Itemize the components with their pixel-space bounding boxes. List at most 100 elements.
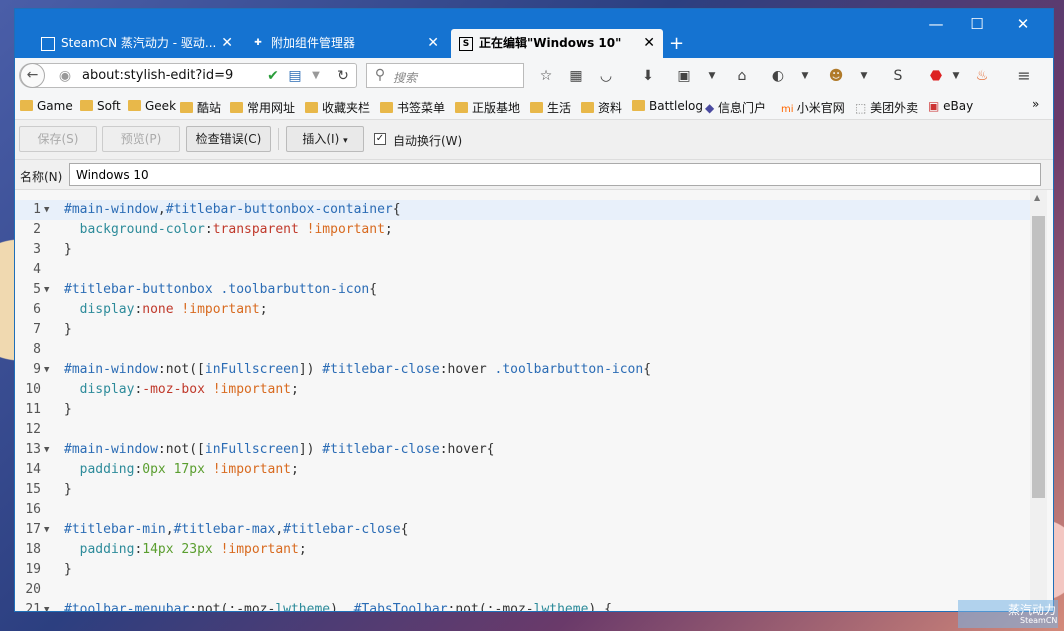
maximize-button[interactable]: ☐ (954, 9, 1000, 39)
save-button[interactable]: 保存(S) (19, 126, 97, 152)
code-token: display (79, 302, 135, 317)
code-line[interactable]: 5 ▼ #titlebar-buttonbox .toolbarbutton-ico… (15, 280, 1030, 300)
bookmark-genuine-base[interactable]: 正版基地 (455, 99, 520, 116)
bookmark-common-sites[interactable]: 常用网址 (230, 99, 295, 116)
search-box[interactable]: ⚲ 搜索 (366, 63, 524, 88)
code-line[interactable]: 13 ▼ #main-window:not([inFullscreen]) #tit… (15, 440, 1030, 460)
code-line[interactable]: 10 display:-moz-box !important; (15, 380, 1030, 400)
code-line[interactable]: 16 (15, 500, 1030, 520)
code-line[interactable]: 19} (15, 560, 1030, 580)
bookmark-xiaomi[interactable]: mi 小米官网 (781, 99, 845, 116)
bookmark-favorites-bar[interactable]: 收藏夹栏 (305, 99, 370, 116)
preview-button[interactable]: 预览(P) (102, 126, 180, 152)
adblock-icon[interactable]: ⬣ (927, 67, 945, 85)
back-button[interactable]: ← (20, 63, 45, 88)
code-line[interactable]: 4 (15, 260, 1030, 280)
name-input[interactable] (69, 163, 1041, 186)
pocket-icon[interactable]: ◡ (597, 67, 615, 85)
code-line[interactable]: 2 background-color:transparent !importan… (15, 220, 1030, 240)
fold-arrow-icon[interactable]: ▼ (44, 280, 49, 300)
bookmark-battlelog[interactable]: Battlelog (632, 99, 703, 113)
fold-arrow-icon[interactable]: ▼ (44, 520, 49, 540)
tab-label: 附加组件管理器 (271, 36, 356, 50)
bookmarks-list-icon[interactable]: ▦ (567, 67, 585, 85)
home-icon[interactable]: ⌂ (733, 67, 751, 85)
fold-arrow-icon[interactable]: ▼ (44, 200, 49, 220)
bookmark-geek[interactable]: Geek (128, 99, 176, 113)
vertical-scrollbar[interactable]: ▲ (1030, 190, 1047, 611)
word-wrap-checkbox[interactable]: ✓ (374, 133, 386, 145)
insert-button[interactable]: 插入(I) ▾ (286, 126, 364, 152)
url-text[interactable]: about:stylish-edit?id=9 (82, 68, 233, 83)
dropdown-arrow-icon[interactable]: ▼ (703, 67, 721, 85)
bookmark-kuzhan[interactable]: 酷站 (180, 99, 221, 116)
code-line[interactable]: 1 ▼ #main-window,#titlebar-buttonbox-conta… (15, 200, 1030, 220)
close-window-button[interactable]: ✕ (1000, 9, 1046, 39)
code-editor[interactable]: ▲ 1 ▼ #main-window,#titlebar-buttonbox-con… (15, 190, 1053, 611)
tab-close-icon[interactable]: ✕ (221, 29, 233, 58)
code-token: , (157, 202, 166, 217)
menu-icon[interactable]: ≡ (1015, 67, 1033, 85)
fold-arrow-icon[interactable]: ▼ (44, 360, 49, 380)
dropdown-arrow-icon[interactable]: ▼ (855, 67, 873, 85)
new-tab-button[interactable]: + (669, 29, 684, 58)
code-line[interactable]: 6 display:none !important; (15, 300, 1030, 320)
tab-close-icon[interactable]: ✕ (427, 29, 439, 58)
code-line[interactable]: 15} (15, 480, 1030, 500)
code-token: { (643, 362, 652, 377)
bookmark-soft[interactable]: Soft (80, 99, 121, 113)
word-wrap-label[interactable]: 自动换行(W) (393, 132, 462, 149)
code-line[interactable]: 12 (15, 420, 1030, 440)
code-token: , (275, 522, 284, 537)
bookmarks-overflow-button[interactable]: » (1032, 97, 1039, 111)
minimize-button[interactable]: — (913, 9, 959, 39)
code-token: ; (259, 302, 268, 317)
bookmark-bookmarks-menu[interactable]: 书签菜单 (380, 99, 445, 116)
dropdown-arrow-icon[interactable]: ▼ (796, 67, 814, 85)
code-line[interactable]: 8 (15, 340, 1030, 360)
monkey-icon[interactable]: ☻ (827, 67, 845, 85)
line-number: 14 (25, 462, 41, 477)
code-token: !important (212, 462, 292, 477)
code-line[interactable]: 17 ▼ #titlebar-min,#titlebar-max,#titlebar… (15, 520, 1030, 540)
code-line[interactable]: 21 ▼ #toolbar-menubar:not(:-moz-lwtheme), … (15, 600, 1030, 611)
stylish-icon[interactable]: S (889, 67, 907, 85)
bookmark-star-icon[interactable]: ☆ (537, 67, 555, 85)
bookmark-life[interactable]: 生活 (530, 99, 571, 116)
reader-icon[interactable]: ▤ (286, 67, 304, 85)
code-line[interactable]: 7} (15, 320, 1030, 340)
code-text: display:-moz-box !important; (64, 380, 299, 400)
bookmark-ebay[interactable]: ▣ eBay (928, 99, 973, 113)
ebay-icon: ▣ (928, 99, 944, 113)
download-icon[interactable]: ⬇ (639, 67, 657, 85)
check-errors-button[interactable]: 检查错误(C) (186, 126, 271, 152)
tab-close-icon[interactable]: ✕ (643, 29, 655, 58)
scroll-up-arrow-icon[interactable]: ▲ (1034, 193, 1040, 202)
code-token: background-color (79, 222, 205, 237)
sync-icon[interactable]: ◐ (769, 67, 787, 85)
tab-addons-manager[interactable]: ✚ 附加组件管理器 ✕ (243, 29, 447, 58)
addon-icon[interactable]: ▣ (675, 67, 693, 85)
code-line[interactable]: 9 ▼ #main-window:not([inFullscreen]) #titl… (15, 360, 1030, 380)
reload-icon[interactable]: ↻ (334, 67, 352, 85)
flame-icon[interactable]: ♨ (973, 67, 991, 85)
url-bar[interactable]: ← ◉ about:stylish-edit?id=9 ✔ ▤ ▼ ↻ (19, 63, 357, 88)
dropdown-arrow-icon[interactable]: ▼ (307, 67, 325, 85)
code-line[interactable]: 14 padding:0px 17px !important; (15, 460, 1030, 480)
code-line[interactable]: 11} (15, 400, 1030, 420)
code-line[interactable]: 18 padding:14px 23px !important; (15, 540, 1030, 560)
bookmark-materials[interactable]: 资料 (581, 99, 622, 116)
bookmark-meituan[interactable]: ⬚ 美团外卖 (855, 99, 918, 116)
bookmarks-bar: Game Soft Geek 酷站 常用网址 收藏夹栏 书签菜单 正版基地 生活… (15, 94, 1053, 120)
code-line[interactable]: 3} (15, 240, 1030, 260)
scrollbar-thumb[interactable] (1032, 216, 1045, 498)
bookmark-game[interactable]: Game (20, 99, 73, 113)
tab-steamcn[interactable]: SteamCN 蒸汽动力 - 驱动... ✕ (33, 29, 241, 58)
code-line[interactable]: 20 (15, 580, 1030, 600)
fold-arrow-icon[interactable]: ▼ (44, 440, 49, 460)
line-number: 7 (33, 322, 41, 337)
bookmark-info-portal[interactable]: ◆ 信息门户 (705, 99, 766, 116)
dropdown-arrow-icon[interactable]: ▼ (947, 67, 965, 85)
tab-editing-windows10[interactable]: S 正在编辑"Windows 10" ✕ (451, 29, 663, 58)
fold-arrow-icon[interactable]: ▼ (44, 600, 49, 611)
